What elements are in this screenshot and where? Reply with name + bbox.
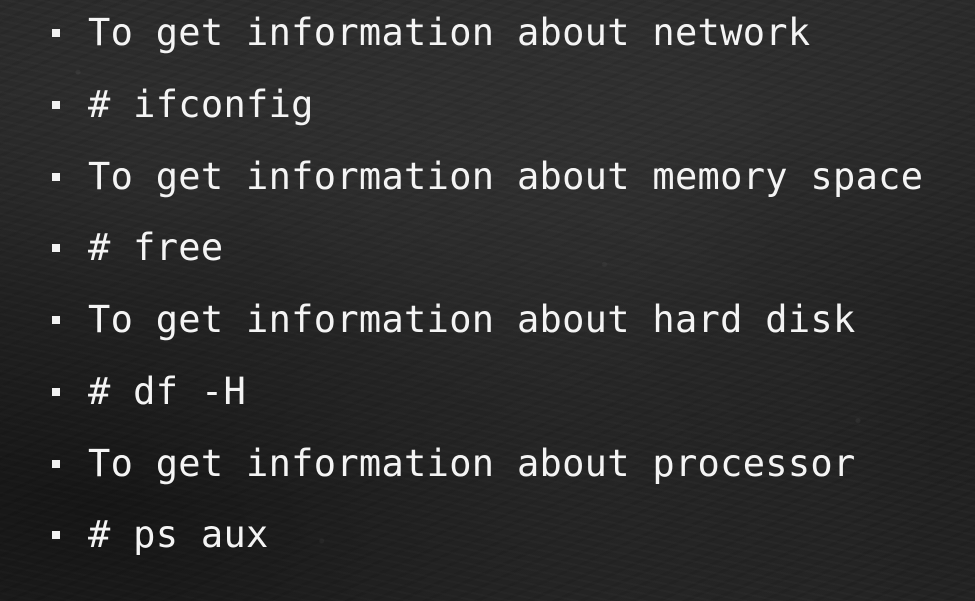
- bullet-item-ps-command: # ps aux: [52, 510, 269, 560]
- bullet-marker-icon: [52, 173, 60, 181]
- bullet-marker-icon: [52, 531, 60, 539]
- bullet-marker-icon: [52, 29, 60, 37]
- bullet-marker-icon: [52, 388, 60, 396]
- bullet-item-disk-description: To get information about hard disk: [52, 295, 856, 345]
- bullet-marker-icon: [52, 460, 60, 468]
- bullet-text: # ps aux: [88, 513, 269, 556]
- bullet-item-processor-description: To get information about processor: [52, 439, 856, 489]
- bullet-item-memory-description: To get information about memory space: [52, 152, 923, 202]
- bullet-text: To get information about memory space: [88, 155, 924, 198]
- bullet-text: To get information about hard disk: [88, 298, 856, 341]
- bullet-text: # df -H: [88, 370, 247, 413]
- bullet-text: # ifconfig: [88, 83, 314, 126]
- bullet-item-df-command: # df -H: [52, 367, 246, 417]
- bullet-marker-icon: [52, 244, 60, 252]
- bullet-text: To get information about processor: [88, 442, 856, 485]
- bullet-item-network-description: To get information about network: [52, 8, 810, 58]
- bullet-text: To get information about network: [88, 11, 811, 54]
- bullet-text: # free: [88, 226, 224, 269]
- bullet-item-free-command: # free: [52, 223, 223, 273]
- bullet-marker-icon: [52, 316, 60, 324]
- bullet-marker-icon: [52, 101, 60, 109]
- bullet-item-ifconfig-command: # ifconfig: [52, 80, 314, 130]
